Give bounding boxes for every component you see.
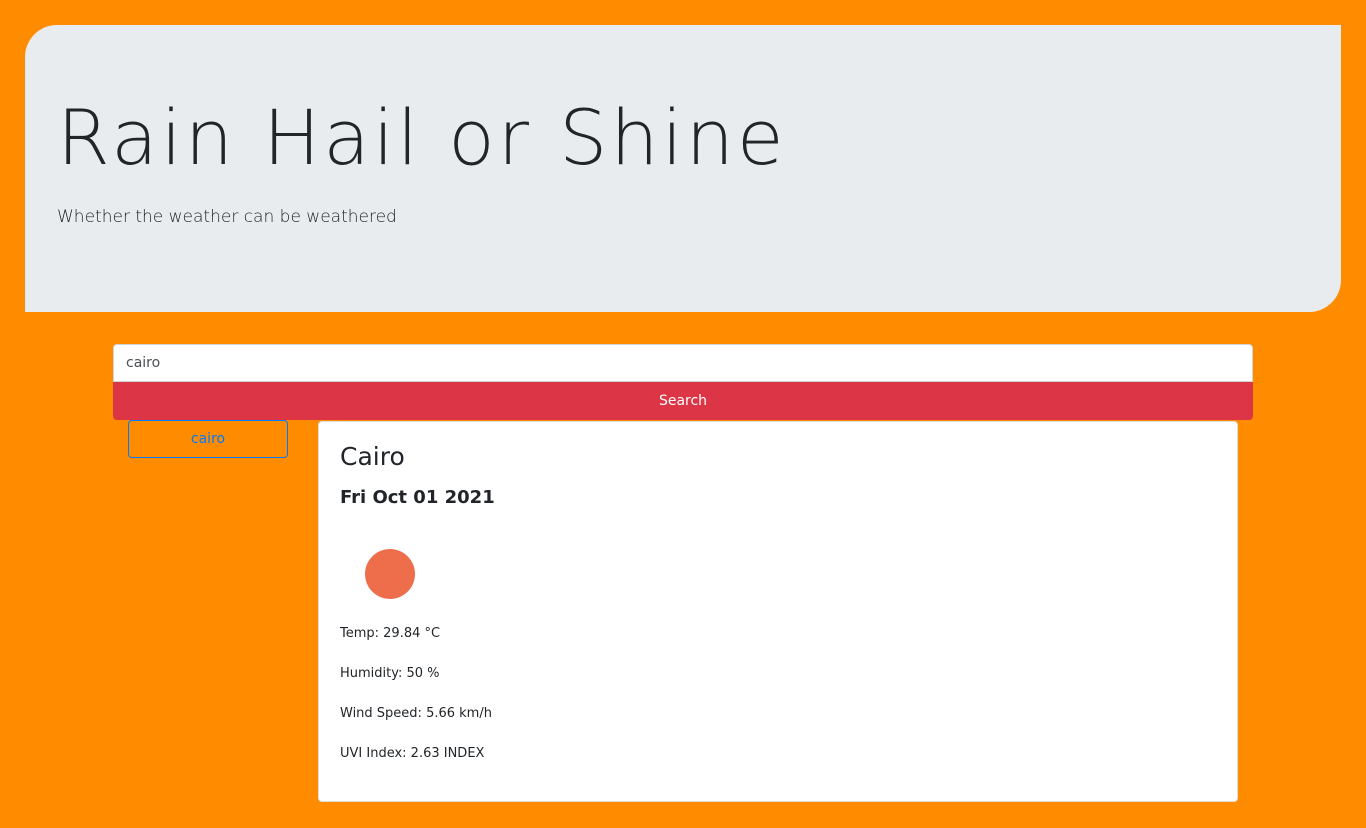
page-subtitle: Whether the weather can be weathered bbox=[57, 207, 397, 227]
weather-card: Cairo Fri Oct 01 2021 Temp: 29.84 °C Hum… bbox=[318, 421, 1238, 802]
forecast-date: Fri Oct 01 2021 bbox=[340, 487, 495, 508]
temperature-text: Temp: 29.84 °C bbox=[340, 626, 441, 641]
city-search-input[interactable] bbox=[113, 344, 1253, 382]
page-title: Rain Hail or Shine bbox=[57, 93, 787, 182]
city-name: Cairo bbox=[340, 442, 405, 471]
search-button[interactable]: Search bbox=[113, 382, 1253, 420]
uvi-index-text: UVI Index: 2.63 INDEX bbox=[340, 746, 485, 761]
history-item-cairo[interactable]: cairo bbox=[128, 420, 288, 458]
sun-icon bbox=[365, 549, 415, 599]
header-jumbotron: Rain Hail or Shine Whether the weather c… bbox=[25, 25, 1341, 312]
humidity-text: Humidity: 50 % bbox=[340, 666, 440, 681]
wind-speed-text: Wind Speed: 5.66 km/h bbox=[340, 706, 492, 721]
